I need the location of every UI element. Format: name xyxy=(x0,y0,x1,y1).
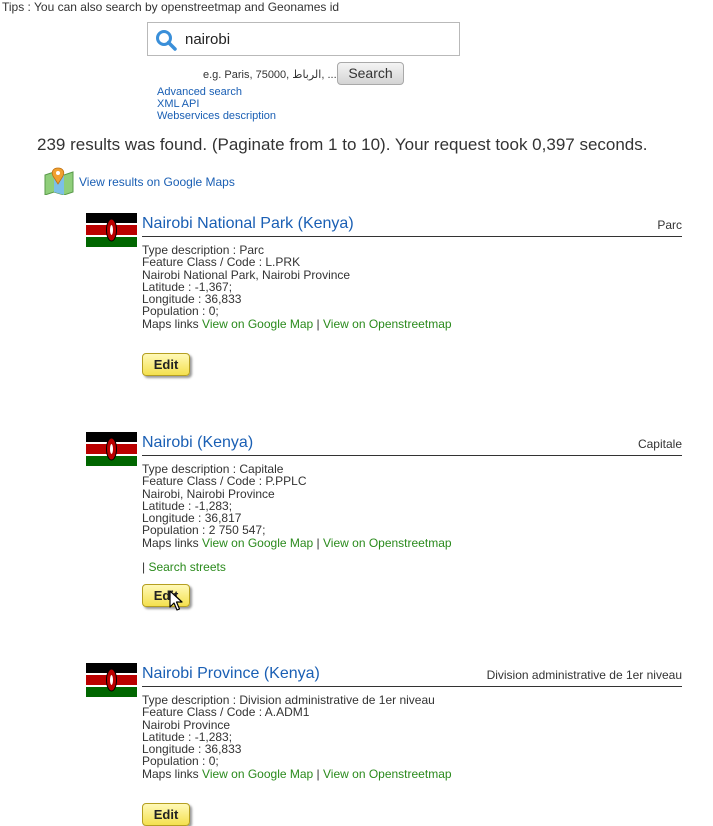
result-title-link[interactable]: Nairobi National Park (Kenya) xyxy=(142,215,354,233)
maps-links-label: Maps links xyxy=(142,535,203,550)
xml-api-link[interactable]: XML API xyxy=(157,98,276,110)
google-maps-results-link[interactable]: View results on Google Maps xyxy=(79,175,235,189)
search-value: nairobi xyxy=(185,31,231,48)
result-item: Nairobi Province (Kenya) Division admini… xyxy=(86,663,682,826)
link-separator: | xyxy=(313,316,324,331)
result-title-link[interactable]: Nairobi Province (Kenya) xyxy=(142,665,320,683)
result-item: Nairobi (Kenya) Capitale Type descriptio… xyxy=(86,432,682,612)
edit-button[interactable]: Edit xyxy=(142,803,190,826)
results-summary: 239 results was found. (Paginate from 1 … xyxy=(37,135,648,154)
maps-links-label: Maps links xyxy=(142,766,203,781)
kenya-flag-icon xyxy=(86,663,137,697)
maps-links-label: Maps links xyxy=(142,316,203,331)
mouse-cursor-icon xyxy=(169,590,183,611)
maps-links: Maps links View on Google Map | View on … xyxy=(142,537,452,549)
link-separator: | xyxy=(313,535,324,550)
search-button[interactable]: Search xyxy=(337,62,404,85)
maps-links: Maps links View on Google Map | View on … xyxy=(142,768,452,780)
search-input[interactable]: nairobi xyxy=(147,22,460,56)
divider xyxy=(142,455,682,456)
feature-code: Feature Class / Code : A.ADM1 xyxy=(142,705,310,720)
result-type: Capitale xyxy=(637,437,682,451)
search-streets-link[interactable]: Search streets xyxy=(148,560,225,574)
openstreetmap-link[interactable]: View on Openstreetmap xyxy=(323,767,452,781)
result-details: Type description : Parc Feature Class / … xyxy=(142,244,452,330)
result-details: Type description : Capitale Feature Clas… xyxy=(142,463,452,549)
kenya-flag-icon xyxy=(86,432,137,466)
google-maps-icon[interactable] xyxy=(43,167,75,195)
feature-code: Feature Class / Code : L.PRK xyxy=(142,255,301,270)
openstreetmap-link[interactable]: View on Openstreetmap xyxy=(323,536,452,550)
result-type: Division administrative de 1er niveau xyxy=(486,668,682,682)
divider xyxy=(142,686,682,687)
search-streets-row: | Search streets xyxy=(142,560,226,574)
tips-text: Tips : You can also search by openstreet… xyxy=(2,0,340,14)
maps-links: Maps links View on Google Map | View on … xyxy=(142,318,452,330)
link-separator: | xyxy=(313,766,324,781)
feature-code: Feature Class / Code : P.PPLC xyxy=(142,474,307,489)
google-map-link[interactable]: View on Google Map xyxy=(202,536,313,550)
divider xyxy=(142,236,682,237)
google-map-link[interactable]: View on Google Map xyxy=(202,317,313,331)
search-icon xyxy=(156,30,177,51)
webservices-link[interactable]: Webservices description xyxy=(157,110,276,122)
result-title-link[interactable]: Nairobi (Kenya) xyxy=(142,434,253,452)
search-example: e.g. Paris, 75000, الرباط, ... xyxy=(203,69,337,81)
result-details: Type description : Division administrati… xyxy=(142,694,452,780)
result-type: Parc xyxy=(657,218,682,232)
openstreetmap-link[interactable]: View on Openstreetmap xyxy=(323,317,452,331)
advanced-search-link[interactable]: Advanced search xyxy=(157,86,276,98)
edit-button[interactable]: Edit xyxy=(142,353,190,376)
kenya-flag-icon xyxy=(86,213,137,247)
search-links: Advanced search XML API Webservices desc… xyxy=(157,86,276,122)
result-item: Nairobi National Park (Kenya) Parc Type … xyxy=(86,213,682,383)
google-map-link[interactable]: View on Google Map xyxy=(202,767,313,781)
